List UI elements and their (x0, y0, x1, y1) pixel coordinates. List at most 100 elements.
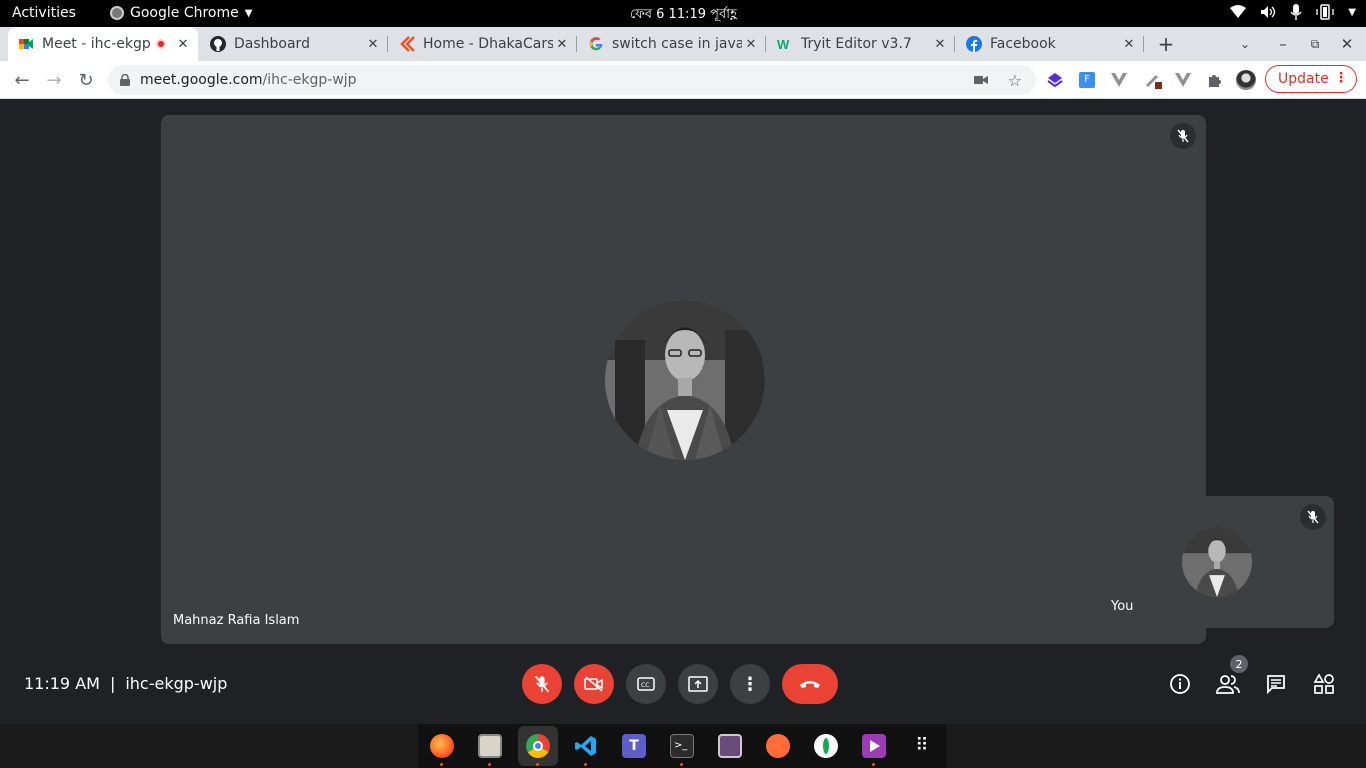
app-menu[interactable]: Google Chrome ▼ (110, 5, 252, 21)
system-tray[interactable]: ▼ (1230, 4, 1356, 20)
main-participant-tile[interactable]: Mahnaz Rafia Islam (161, 115, 1206, 644)
camera-off-icon (584, 676, 603, 692)
google-icon (589, 37, 603, 51)
self-view-tile[interactable]: You (1099, 496, 1334, 628)
show-applications-icon[interactable]: ⠿ (910, 734, 934, 758)
meeting-details-button[interactable] (1168, 672, 1192, 696)
self-mic-off-icon (1300, 504, 1326, 530)
tab-title: Facebook (990, 36, 1056, 52)
tab-title: Home - DhakaCars (423, 36, 553, 52)
close-tab-icon[interactable]: ✕ (931, 37, 949, 52)
dock: T >_ ⠿ (418, 724, 946, 768)
info-icon (1170, 674, 1190, 694)
extension-stack-icon[interactable] (1045, 70, 1065, 90)
toggle-microphone-button[interactable] (522, 664, 562, 704)
update-label: Update (1278, 71, 1329, 87)
main-participant-name: Mahnaz Rafia Islam (173, 613, 300, 628)
extension-pen-icon[interactable] (1143, 70, 1163, 90)
tab-facebook[interactable]: Facebook ✕ (956, 27, 1144, 61)
extension-translate-icon[interactable]: F (1077, 70, 1097, 90)
self-avatar (1182, 527, 1252, 597)
people-button[interactable] (1216, 672, 1240, 696)
activities-button[interactable]: Activities (12, 5, 76, 21)
video-player-icon[interactable] (862, 734, 886, 758)
activities-shapes-icon (1313, 673, 1334, 694)
bookmark-star-icon[interactable]: ☆ (1008, 71, 1022, 90)
restore-button[interactable]: ⧉ (1299, 27, 1331, 61)
wifi-icon (1230, 5, 1247, 18)
leave-call-button[interactable] (782, 664, 838, 704)
screenshot-recorder-icon[interactable] (718, 734, 742, 758)
tab-tryit-editor[interactable]: W Tryit Editor v3.7 ✕ (767, 27, 955, 61)
postman-icon[interactable] (766, 734, 790, 758)
mic-off-icon (534, 675, 550, 693)
battery-icon (1316, 4, 1334, 20)
tab-google-search[interactable]: switch case in java ✕ (578, 27, 766, 61)
meet-icon (19, 39, 33, 49)
close-window-button[interactable]: ✕ (1331, 27, 1363, 61)
minimize-button[interactable]: – (1267, 27, 1299, 61)
facebook-icon (966, 36, 982, 52)
captions-button[interactable]: CC (626, 664, 666, 704)
forward-button[interactable]: → (42, 68, 66, 92)
tab-strip: Meet - ihc-ekgp ✕ Dashboard ✕ Home - Dha… (0, 27, 1366, 61)
reload-button[interactable]: ↻ (74, 68, 98, 92)
hang-up-icon (800, 681, 820, 688)
address-bar[interactable]: meet.google.com/ihc-ekgp-wjp ☆ (108, 65, 1036, 95)
system-clock[interactable]: ফেব 6 11:19 পূর্বাহ্ণ (630, 5, 737, 26)
more-vert-icon: ⋮ (741, 673, 759, 695)
tab-title: switch case in java (612, 36, 742, 52)
tab-title: Tryit Editor v3.7 (801, 36, 912, 52)
volume-icon (1261, 6, 1276, 18)
lock-icon (120, 74, 130, 86)
meeting-code: ihc-ekgp-wjp (125, 674, 228, 693)
system-top-bar: Activities Google Chrome ▼ ফেব 6 11:19 প… (0, 0, 1366, 27)
tab-title: Meet - ihc-ekgp (42, 36, 151, 52)
meeting-info: 11:19 AM | ihc-ekgp-wjp (24, 674, 227, 693)
chat-button[interactable] (1264, 672, 1288, 696)
svg-text:W: W (777, 37, 790, 52)
files-icon[interactable] (478, 734, 502, 758)
dhakacars-icon (400, 36, 415, 52)
firefox-icon[interactable] (430, 734, 454, 758)
tab-meet[interactable]: Meet - ihc-ekgp ✕ (8, 27, 198, 61)
chrome-icon (110, 6, 124, 20)
vscode-icon[interactable] (574, 734, 598, 758)
extensions-puzzle-icon[interactable] (1205, 70, 1225, 90)
tab-dhakacars[interactable]: Home - DhakaCars ✕ (389, 27, 577, 61)
terminal-icon[interactable]: >_ (670, 734, 694, 758)
more-options-button[interactable]: ⋮ (730, 664, 770, 704)
tab-search-chevron-icon[interactable]: ⌄ (1229, 27, 1261, 61)
present-screen-button[interactable] (678, 664, 718, 704)
activities-panel-button[interactable] (1312, 672, 1336, 696)
close-tab-icon[interactable]: ✕ (553, 37, 571, 52)
chrome-update-button[interactable]: Update ⋮ (1265, 65, 1357, 93)
profile-avatar-icon[interactable] (1236, 70, 1256, 90)
people-icon (1216, 675, 1240, 694)
svg-text:CC: CC (641, 682, 649, 689)
toggle-camera-button[interactable] (574, 664, 614, 704)
extension-vue-devtools-icon[interactable] (1173, 70, 1193, 90)
browser-toolbar: ← → ↻ meet.google.com/ihc-ekgp-wjp ☆ F U… (0, 61, 1366, 99)
more-menu-icon[interactable]: ⋮ (1334, 70, 1348, 86)
chrome-icon[interactable] (526, 734, 550, 758)
closed-captions-icon: CC (637, 677, 655, 691)
chat-icon (1267, 675, 1285, 694)
extension-vue-icon[interactable] (1109, 70, 1129, 90)
participant-count-badge: 2 (1230, 655, 1248, 673)
mongodb-compass-icon[interactable] (814, 734, 838, 758)
camera-in-use-icon[interactable] (974, 75, 988, 85)
participant-mic-off-icon (1170, 123, 1196, 149)
new-tab-button[interactable]: + (1150, 27, 1182, 61)
present-screen-icon (688, 676, 708, 692)
teams-icon[interactable]: T (622, 734, 646, 758)
close-tab-icon[interactable]: ✕ (1120, 37, 1138, 52)
close-tab-icon[interactable]: ✕ (364, 37, 382, 52)
meet-stage: Mahnaz Rafia Islam You 11:19 AM | ihc-ek… (0, 99, 1366, 724)
tab-dashboard[interactable]: Dashboard ✕ (200, 27, 388, 61)
close-tab-icon[interactable]: ✕ (742, 37, 760, 52)
close-tab-icon[interactable]: ✕ (174, 37, 192, 52)
url-host: meet.google.com (140, 72, 263, 88)
back-button[interactable]: ← (10, 68, 34, 92)
caret-down-icon: ▼ (244, 7, 253, 19)
